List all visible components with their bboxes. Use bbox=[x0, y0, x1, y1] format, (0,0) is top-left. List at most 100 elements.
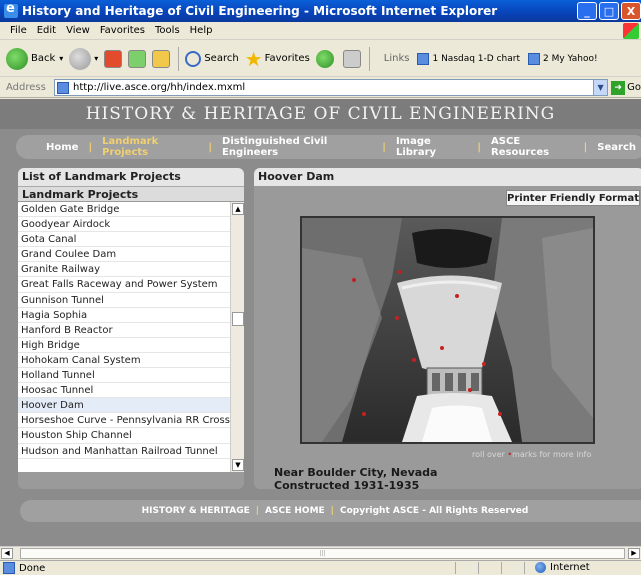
link-nasdaq-label: 1 Nasdaq 1-D chart bbox=[432, 53, 520, 64]
footer-copyright: Copyright ASCE - All Rights Reserved bbox=[339, 506, 529, 516]
scroll-up-icon[interactable]: ▲ bbox=[232, 203, 244, 215]
list-item[interactable]: Horseshoe Curve - Pennsylvania RR Crossi… bbox=[18, 413, 230, 429]
status-divider bbox=[478, 562, 479, 574]
maximize-button[interactable]: □ bbox=[599, 2, 619, 20]
rollover-hint: roll over •marks for more info bbox=[472, 450, 591, 459]
scroll-left-icon[interactable]: ◀ bbox=[1, 548, 13, 559]
page-content: HISTORY & HERITAGE OF CIVIL ENGINEERING … bbox=[0, 99, 641, 546]
refresh-icon bbox=[128, 49, 147, 68]
menu-help[interactable]: Help bbox=[190, 25, 213, 36]
refresh-button[interactable] bbox=[128, 49, 147, 68]
minimize-button[interactable]: _ bbox=[577, 2, 597, 20]
scroll-down-icon[interactable]: ▼ bbox=[232, 459, 244, 471]
footer-asce-home-link[interactable]: ASCE HOME bbox=[259, 506, 331, 516]
stop-icon bbox=[104, 49, 123, 68]
menu-file[interactable]: File bbox=[10, 25, 27, 36]
caption-constructed: Constructed 1931-1935 bbox=[274, 479, 420, 489]
list-item[interactable]: Houston Ship Channel bbox=[18, 428, 230, 444]
link-my-yahoo-label: 2 My Yahoo! bbox=[542, 53, 598, 64]
list-item[interactable]: Hanford B Reactor bbox=[18, 323, 230, 338]
scroll-right-icon[interactable]: ▶ bbox=[628, 548, 640, 559]
menu-view[interactable]: View bbox=[66, 25, 90, 36]
home-button[interactable] bbox=[152, 49, 171, 68]
list-item[interactable]: Gunnison Tunnel bbox=[18, 293, 230, 308]
menu-favorites[interactable]: Favorites bbox=[100, 25, 145, 36]
page-icon bbox=[527, 52, 540, 65]
ie-icon bbox=[4, 1, 18, 18]
dam-image bbox=[302, 218, 593, 442]
page-icon bbox=[57, 81, 69, 94]
nav-landmark-projects[interactable]: Landmark Projects bbox=[92, 136, 208, 158]
page-icon bbox=[417, 52, 430, 65]
back-arrow-icon bbox=[6, 47, 28, 70]
windows-logo-icon bbox=[623, 23, 639, 39]
link-nasdaq[interactable]: 1 Nasdaq 1-D chart bbox=[417, 52, 520, 65]
forward-button[interactable]: ▾ bbox=[69, 47, 98, 70]
forward-arrow-icon bbox=[69, 47, 92, 70]
toolbar: Back ▾ ▾ Search ★ Favorites Links 1 Nasd… bbox=[0, 41, 641, 77]
horizontal-scroll-thumb[interactable]: ||| bbox=[20, 548, 625, 559]
window-title: History and Heritage of Civil Engineerin… bbox=[22, 4, 498, 18]
status-divider bbox=[501, 562, 502, 574]
list-item[interactable]: Hohokam Canal System bbox=[18, 353, 230, 369]
back-button[interactable]: Back ▾ bbox=[6, 47, 63, 70]
list-item[interactable]: Granite Railway bbox=[18, 262, 230, 278]
hoover-dam-photo[interactable] bbox=[300, 216, 595, 444]
list-item[interactable]: Holland Tunnel bbox=[18, 368, 230, 384]
print-button[interactable] bbox=[342, 49, 361, 68]
list-item[interactable]: Great Falls Raceway and Power System bbox=[18, 277, 230, 293]
globe-icon bbox=[535, 562, 546, 573]
history-button[interactable] bbox=[315, 49, 337, 68]
project-detail-panel: Hoover Dam Printer Friendly Format roll … bbox=[254, 168, 641, 489]
caption-location: Near Boulder City, Nevada bbox=[274, 466, 438, 479]
status-bar: Done Internet bbox=[0, 560, 641, 575]
toolbar-separator bbox=[178, 46, 180, 71]
status-text: Done bbox=[19, 562, 46, 574]
footer-history-heritage-link[interactable]: HISTORY & HERITAGE bbox=[136, 506, 256, 516]
toolbar-separator bbox=[368, 46, 370, 71]
nav-search[interactable]: Search bbox=[587, 142, 641, 153]
list-item[interactable]: Hoover Dam bbox=[18, 398, 230, 414]
address-input[interactable]: http://live.asce.org/hh/index.mxml ▼ bbox=[54, 79, 609, 96]
page-horizontal-scrollbar[interactable]: ◀ ||| ▶ bbox=[0, 546, 641, 559]
status-divider bbox=[524, 562, 525, 574]
search-label: Search bbox=[204, 53, 239, 64]
links-label: Links bbox=[383, 53, 410, 64]
window-titlebar[interactable]: History and Heritage of Civil Engineerin… bbox=[0, 0, 641, 22]
menu-bar: File Edit View Favorites Tools Help bbox=[0, 22, 641, 40]
list-item[interactable]: Hagia Sophia bbox=[18, 308, 230, 323]
nav-distinguished-civil-engineers[interactable]: Distinguished Civil Engineers bbox=[212, 136, 382, 158]
search-button[interactable]: Search bbox=[185, 50, 239, 67]
nav-asce-resources[interactable]: ASCE Resources bbox=[481, 136, 584, 158]
go-label: Go bbox=[627, 82, 641, 93]
menu-edit[interactable]: Edit bbox=[37, 25, 56, 36]
site-banner: HISTORY & HERITAGE OF CIVIL ENGINEERING bbox=[0, 99, 641, 129]
list-item[interactable]: Golden Gate Bridge bbox=[18, 202, 230, 218]
list-item[interactable]: Hoosac Tunnel bbox=[18, 383, 230, 399]
landmark-list-scrollbar[interactable]: ▲ ▼ bbox=[230, 202, 244, 472]
list-item[interactable]: Gota Canal bbox=[18, 232, 230, 248]
favorites-button[interactable]: ★ Favorites bbox=[245, 47, 310, 71]
nav-image-library[interactable]: Image Library bbox=[386, 136, 477, 158]
site-nav: Home | Landmark Projects | Distinguished… bbox=[16, 135, 641, 159]
list-item[interactable]: Hudson and Manhattan Railroad Tunnel bbox=[18, 444, 230, 459]
landmark-column-header[interactable]: Landmark Projects bbox=[18, 186, 244, 201]
site-footer: HISTORY & HERITAGE | ASCE HOME | Copyrig… bbox=[20, 500, 641, 522]
list-item[interactable]: High Bridge bbox=[18, 338, 230, 353]
nav-home[interactable]: Home bbox=[16, 142, 88, 153]
list-item[interactable]: Grand Coulee Dam bbox=[18, 247, 230, 263]
page-done-icon bbox=[3, 562, 15, 574]
close-button[interactable]: X bbox=[621, 2, 641, 20]
address-dropdown-icon[interactable]: ▼ bbox=[593, 80, 608, 95]
go-arrow-icon: ➜ bbox=[611, 80, 626, 95]
zone-label: Internet bbox=[550, 562, 590, 573]
printer-friendly-button[interactable]: Printer Friendly Format bbox=[506, 190, 640, 206]
stop-button[interactable] bbox=[104, 49, 123, 68]
link-my-yahoo[interactable]: 2 My Yahoo! bbox=[527, 52, 598, 65]
menu-tools[interactable]: Tools bbox=[155, 25, 180, 36]
go-button[interactable]: ➜ Go bbox=[611, 80, 641, 95]
history-icon bbox=[315, 49, 334, 68]
scroll-thumb[interactable] bbox=[232, 312, 244, 326]
security-zone[interactable]: Internet bbox=[535, 562, 590, 573]
list-item[interactable]: Goodyear Airdock bbox=[18, 217, 230, 233]
